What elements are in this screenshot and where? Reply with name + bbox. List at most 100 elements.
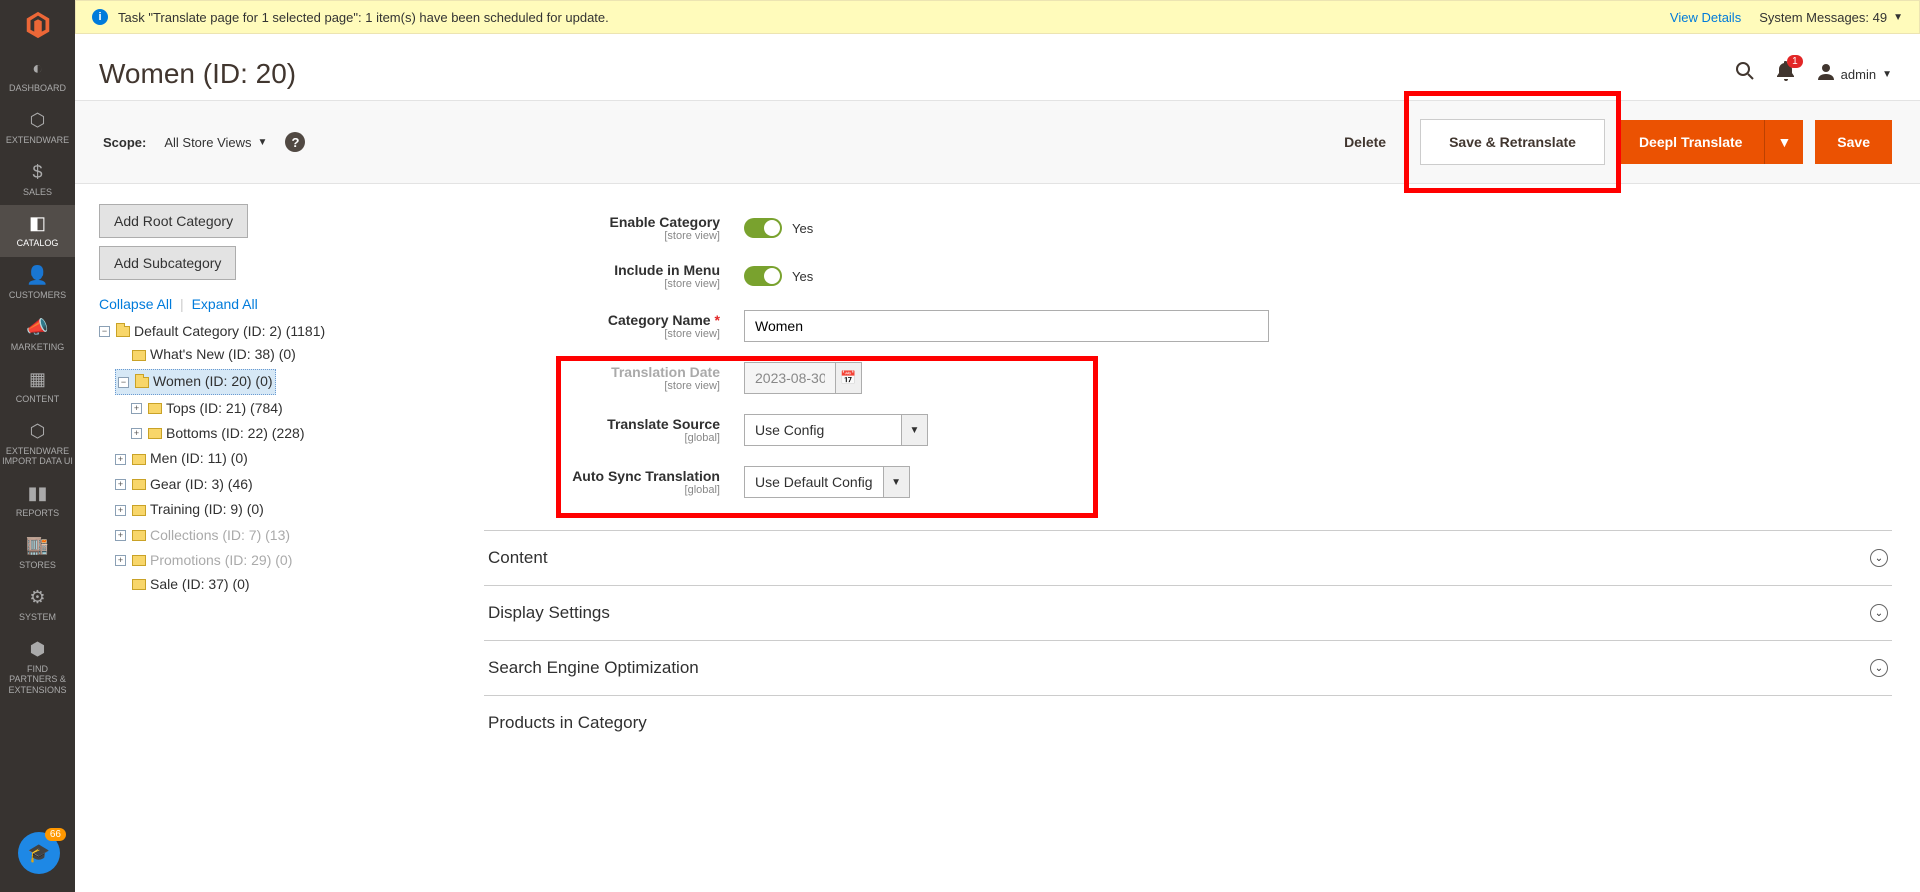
delete-button[interactable]: Delete xyxy=(1322,120,1408,164)
folder-icon xyxy=(148,428,162,439)
page-header: Women (ID: 20) 1 admin ▼ xyxy=(75,34,1920,100)
expand-icon[interactable]: + xyxy=(115,530,126,541)
add-subcategory-button[interactable]: Add Subcategory xyxy=(99,246,236,280)
deepl-translate-button[interactable]: Deepl Translate xyxy=(1617,120,1765,164)
customers-icon: 👤 xyxy=(0,265,75,286)
expand-icon[interactable]: + xyxy=(131,428,142,439)
expand-icon[interactable]: + xyxy=(115,454,126,465)
help-icon[interactable]: ? xyxy=(285,132,305,152)
page-title: Women (ID: 20) xyxy=(99,58,296,90)
notifications-icon[interactable]: 1 xyxy=(1777,61,1795,87)
deepl-translate-dropdown[interactable]: ▼ xyxy=(1764,120,1803,164)
accordion-display-settings[interactable]: Display Settings ⌄ xyxy=(484,586,1892,641)
auto-sync-select[interactable]: Use Default Config xyxy=(744,466,884,498)
catalog-icon: ◧ xyxy=(0,213,75,234)
system-icon: ⚙ xyxy=(0,587,75,608)
stores-icon: 🏬 xyxy=(0,535,75,556)
admin-sidebar: ◐DASHBOARD ⬡EXTENDWARE $SALES ◧CATALOG 👤… xyxy=(0,0,75,892)
reports-icon: ▮▮ xyxy=(0,483,75,504)
scope-label: Scope: xyxy=(103,135,146,150)
translate-source-select[interactable]: Use Config xyxy=(744,414,902,446)
notifications-badge: 1 xyxy=(1787,55,1803,68)
field-category-name: Category Name*[store view] xyxy=(484,300,1892,352)
tree-node-collections[interactable]: +Collections (ID: 7) (13) xyxy=(115,524,290,548)
tree-node-men[interactable]: +Men (ID: 11) (0) xyxy=(115,447,248,471)
accordion-content[interactable]: Content ⌄ xyxy=(484,531,1892,586)
sidebar-item-content[interactable]: ▦CONTENT xyxy=(0,361,75,413)
save-button[interactable]: Save xyxy=(1815,120,1892,164)
chevron-down-icon: ⌄ xyxy=(1870,604,1888,622)
view-details-link[interactable]: View Details xyxy=(1670,10,1741,25)
sidebar-item-catalog[interactable]: ◧CATALOG xyxy=(0,205,75,257)
folder-icon xyxy=(132,454,146,465)
sales-icon: $ xyxy=(0,162,75,183)
search-icon[interactable] xyxy=(1735,61,1755,87)
expand-icon[interactable]: + xyxy=(131,403,142,414)
chevron-down-icon: ⌄ xyxy=(1870,549,1888,567)
include-in-menu-toggle[interactable] xyxy=(744,266,782,286)
accordion-seo[interactable]: Search Engine Optimization ⌄ xyxy=(484,641,1892,696)
field-enable-category: Enable Category[store view] Yes xyxy=(484,204,1892,252)
accordion-products-in-category[interactable]: Products in Category ⌄ xyxy=(484,696,1892,750)
content-icon: ▦ xyxy=(0,369,75,390)
sidebar-item-extendware[interactable]: ⬡EXTENDWARE xyxy=(0,102,75,154)
dashboard-icon: ◐ xyxy=(0,58,75,79)
enable-category-toggle[interactable] xyxy=(744,218,782,238)
field-auto-sync-translation: Auto Sync Translation[global] Use Defaul… xyxy=(484,456,1892,508)
scope-selector[interactable]: All Store Views ▼ xyxy=(164,135,267,150)
tree-node-promotions[interactable]: +Promotions (ID: 29) (0) xyxy=(115,549,292,573)
field-translate-source: Translate Source[global] Use Config ▼ xyxy=(484,404,1892,456)
help-float-button[interactable]: 🎓 66 xyxy=(18,832,60,874)
calendar-icon[interactable]: 📅 xyxy=(836,362,862,394)
expand-icon[interactable]: + xyxy=(115,555,126,566)
system-message-bar: i Task "Translate page for 1 selected pa… xyxy=(75,0,1920,34)
sidebar-item-extendware-import[interactable]: ⬡EXTENDWARE IMPORT DATA UI xyxy=(0,413,75,476)
sidebar-item-reports[interactable]: ▮▮REPORTS xyxy=(0,475,75,527)
sidebar-item-dashboard[interactable]: ◐DASHBOARD xyxy=(0,50,75,102)
sidebar-item-customers[interactable]: 👤CUSTOMERS xyxy=(0,257,75,309)
caret-down-icon: ▼ xyxy=(1893,12,1903,23)
folder-icon xyxy=(132,579,146,590)
sidebar-item-marketing[interactable]: 📣MARKETING xyxy=(0,309,75,361)
sidebar-item-partners[interactable]: ⬢FIND PARTNERS & EXTENSIONS xyxy=(0,631,75,704)
collapse-icon[interactable]: − xyxy=(99,326,110,337)
action-bar: Scope: All Store Views ▼ ? Delete Save &… xyxy=(75,100,1920,184)
expand-icon[interactable]: + xyxy=(115,505,126,516)
expand-all-link[interactable]: Expand All xyxy=(192,296,258,312)
chevron-down-icon[interactable]: ▼ xyxy=(902,414,928,446)
translation-date-input[interactable] xyxy=(744,362,836,394)
caret-down-icon: ▼ xyxy=(258,137,268,148)
extendware-icon: ⬡ xyxy=(0,110,75,131)
tree-node-tops[interactable]: +Tops (ID: 21) (784) xyxy=(131,397,283,421)
collapse-icon[interactable]: − xyxy=(118,377,129,388)
accordion-sections: Content ⌄ Display Settings ⌄ Search Engi… xyxy=(484,530,1892,750)
sidebar-item-sales[interactable]: $SALES xyxy=(0,154,75,206)
user-icon xyxy=(1817,62,1835,86)
admin-account-dropdown[interactable]: admin ▼ xyxy=(1817,62,1892,86)
save-retranslate-button[interactable]: Save & Retranslate xyxy=(1420,119,1605,165)
tree-node-training[interactable]: +Training (ID: 9) (0) xyxy=(115,498,264,522)
magento-logo[interactable] xyxy=(0,0,75,50)
import-icon: ⬡ xyxy=(0,421,75,442)
partners-icon: ⬢ xyxy=(0,639,75,660)
category-name-input[interactable] xyxy=(744,310,1269,342)
sidebar-item-stores[interactable]: 🏬STORES xyxy=(0,527,75,579)
tree-node-women[interactable]: −Women (ID: 20) (0) xyxy=(115,369,276,395)
tree-node-bottoms[interactable]: +Bottoms (ID: 22) (228) xyxy=(131,422,305,446)
expand-icon[interactable]: + xyxy=(115,479,126,490)
system-messages-dropdown[interactable]: System Messages: 49 ▼ xyxy=(1759,10,1903,25)
chevron-down-icon[interactable]: ▼ xyxy=(884,466,910,498)
folder-icon xyxy=(116,326,130,337)
field-translation-date: Translation Date[store view] 📅 xyxy=(484,352,1892,404)
tree-node-gear[interactable]: +Gear (ID: 3) (46) xyxy=(115,473,253,497)
folder-icon xyxy=(132,555,146,566)
tree-node-whats-new[interactable]: What's New (ID: 38) (0) xyxy=(115,343,296,367)
sidebar-item-system[interactable]: ⚙SYSTEM xyxy=(0,579,75,631)
tree-node-sale[interactable]: Sale (ID: 37) (0) xyxy=(115,573,250,597)
marketing-icon: 📣 xyxy=(0,317,75,338)
tree-node-default-category[interactable]: − Default Category (ID: 2) (1181) xyxy=(99,320,325,344)
collapse-all-link[interactable]: Collapse All xyxy=(99,296,172,312)
folder-icon xyxy=(148,403,162,414)
folder-icon xyxy=(132,479,146,490)
add-root-category-button[interactable]: Add Root Category xyxy=(99,204,248,238)
